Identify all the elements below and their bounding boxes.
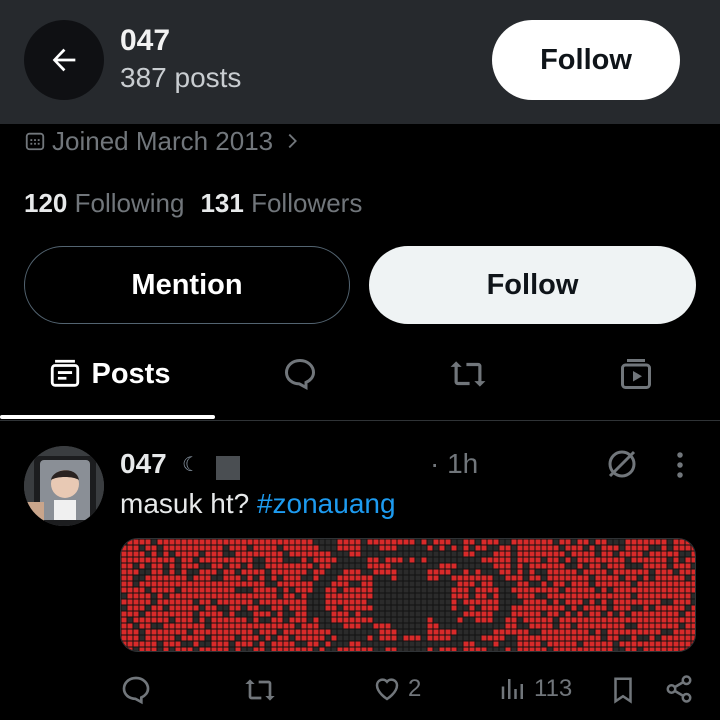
post-text: masuk ht? #zonauang [120, 488, 396, 520]
views-count: 113 [534, 675, 573, 702]
profile-tabs: Posts [0, 330, 720, 420]
header-follow-button[interactable]: Follow [492, 20, 680, 100]
mention-button[interactable]: Mention [24, 246, 350, 324]
avatar[interactable] [24, 446, 104, 526]
hashtag-link[interactable]: #zonauang [257, 488, 396, 519]
more-options-icon[interactable] [668, 450, 692, 485]
grok-icon[interactable] [604, 446, 640, 487]
follow-stats: 120 Following 131 Followers [24, 188, 362, 219]
back-button[interactable] [24, 20, 104, 100]
followers-label: Followers [251, 188, 363, 218]
followers-count: 131 [200, 188, 244, 218]
tab-posts-label: Posts [91, 357, 171, 390]
like-count: 2 [408, 675, 422, 702]
mosaic-image [121, 539, 695, 651]
post-text-body: masuk ht? [120, 488, 250, 519]
retweet-icon [450, 361, 486, 387]
repost-icon [245, 679, 275, 701]
bookmark-button[interactable] [608, 674, 638, 706]
share-button[interactable] [664, 674, 694, 704]
following-label: Following [74, 188, 185, 218]
moon-icon: ☾ [182, 454, 200, 476]
repost-button[interactable] [244, 674, 276, 706]
tabs-divider [0, 420, 720, 421]
post-card[interactable]: 047 ☾ · 1h masuk ht? #zonauang 2 113 [0, 430, 720, 720]
followers-stat[interactable]: 131 Followers [200, 188, 362, 219]
like-button[interactable]: 2 [372, 674, 421, 704]
posts-icon [50, 359, 79, 387]
views-icon [501, 679, 523, 699]
views-button[interactable]: 113 [498, 674, 572, 704]
share-icon [666, 675, 692, 703]
reply-button[interactable] [120, 674, 152, 706]
square-badge-icon [216, 456, 240, 480]
post-media[interactable] [120, 538, 696, 652]
reply-bubble-icon [284, 358, 316, 391]
post-actions: 2 113 [120, 674, 700, 710]
following-count: 120 [24, 188, 68, 218]
profile-header-bar: 047 387 posts Follow [0, 0, 720, 124]
post-time-value: 1h [447, 448, 479, 479]
tab-posts[interactable]: Posts [24, 330, 194, 418]
media-play-icon [621, 359, 651, 389]
reply-icon [122, 676, 150, 705]
bookmark-icon [614, 677, 632, 704]
active-tab-indicator [0, 415, 215, 419]
header-post-count: 387 posts [120, 62, 242, 93]
post-time[interactable]: · 1h [430, 448, 478, 480]
header-name: 047 [120, 24, 171, 57]
arrow-left-icon [52, 48, 76, 72]
chevron-right-icon [288, 133, 298, 149]
tab-reposts[interactable] [438, 330, 498, 418]
calendar-icon [25, 132, 45, 151]
post-author[interactable]: 047 [120, 448, 167, 480]
tab-replies[interactable] [270, 330, 330, 418]
follow-button[interactable]: Follow [369, 246, 696, 324]
heart-icon [375, 678, 399, 701]
avatar-image [24, 446, 104, 526]
following-stat[interactable]: 120 Following [24, 188, 184, 219]
joined-label: Joined March 2013 [52, 125, 274, 156]
joined-date[interactable]: Joined March 2013 [24, 124, 309, 158]
tab-media[interactable] [606, 330, 666, 418]
